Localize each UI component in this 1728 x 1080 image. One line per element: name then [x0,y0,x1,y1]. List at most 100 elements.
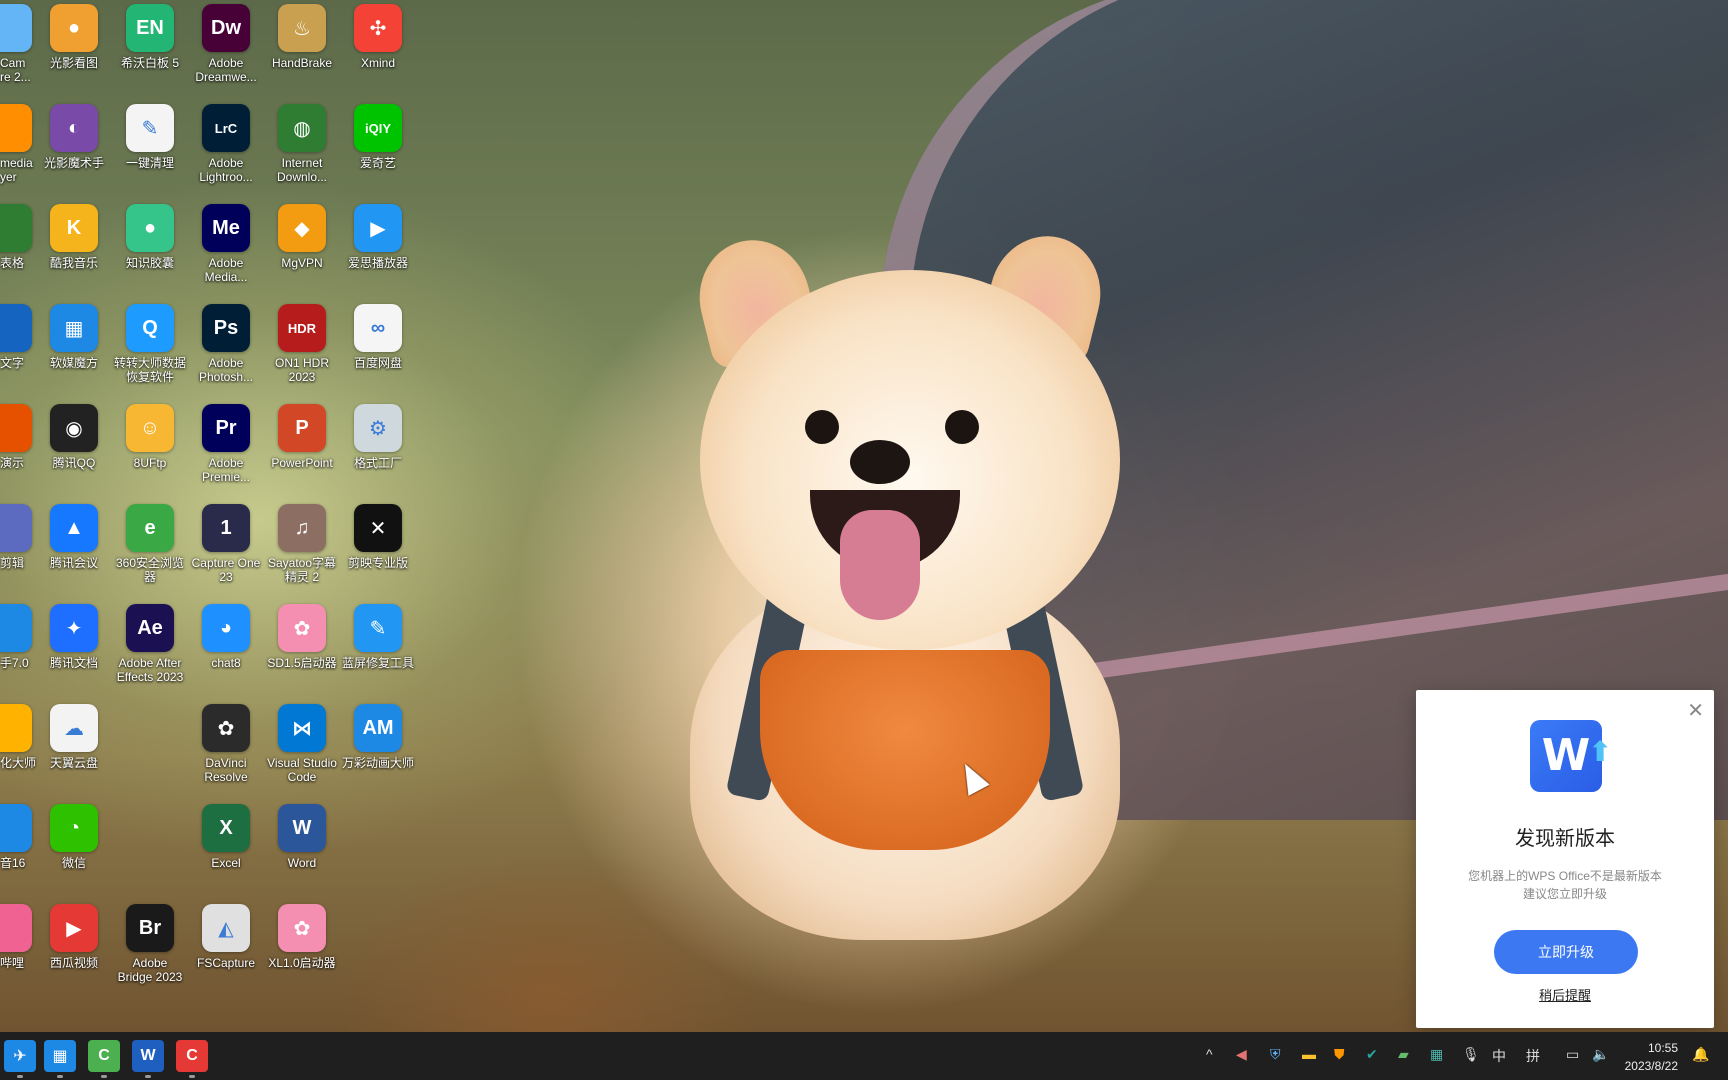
desktop-shortcut[interactable]: ● 知识胶囊 [112,204,188,270]
desktop-shortcut[interactable]: ✦ 腾讯文档 [36,604,112,670]
desktop-shortcut-partial[interactable]: media yer [0,104,38,184]
desktop-shortcut[interactable]: ◉ 腾讯QQ [36,404,112,470]
desktop-shortcut[interactable]: 1 Capture One 23 [188,504,264,584]
desktop-shortcut[interactable]: Ps Adobe Photosh... [188,304,264,384]
puppy-nose [850,440,910,484]
close-icon[interactable]: ✕ [1687,698,1704,723]
volume-icon[interactable]: 🔈 [1592,1046,1609,1063]
ime-mode-indicator[interactable]: 拼 [1526,1046,1540,1066]
taskbar-app-2-icon[interactable]: ▦ [44,1040,76,1078]
desktop-shortcut[interactable]: Me Adobe Media... [188,204,264,284]
desktop-shortcut[interactable]: ✿ XL1.0启动器 [264,904,340,970]
wechat-icon: ◔ [50,804,98,852]
desktop-shortcut[interactable]: Ae Adobe After Effects 2023 [112,604,188,684]
taskbar-app-4-icon[interactable]: W [132,1040,164,1078]
tray-security-icon[interactable]: ⛊ [1334,1046,1345,1063]
desktop-shortcut[interactable]: Q 转转大师数据 恢复软件 [112,304,188,384]
desktop-shortcut[interactable]: Br Adobe Bridge 2023 [112,904,188,984]
desktop-shortcut-label: 转转大师数据 恢复软件 [113,356,186,384]
tray-shield-icon[interactable]: ⛨ [1270,1046,1281,1063]
desktop-shortcut[interactable]: ⋈ Visual Studio Code [264,704,340,784]
desktop-shortcut[interactable]: HDR ON1 HDR 2023 [264,304,340,384]
tray-speaker-app-icon[interactable]: ◀ [1236,1046,1247,1063]
desktop-shortcut[interactable]: K 酷我音乐 [36,204,112,270]
taskbar: ✈ ▦ C W C ^ ◀ ⛨ ▬ ⛊ ✔ ▰ ▦ 🎙 中 拼 ▭ 🔈 10:55 20… [0,1032,1728,1080]
desktop-shortcut[interactable]: ◐ 光影魔术手 [36,104,112,170]
desktop-shortcut[interactable]: P PowerPoint [264,404,340,470]
desktop-shortcut[interactable]: ▦ 软媒魔方 [36,304,112,370]
vpn-icon: ◆ [278,204,326,252]
taskbar-app-5-icon[interactable]: C [176,1040,208,1078]
taskbar-app-3-icon[interactable]: C [88,1040,120,1078]
tray-folder-icon[interactable]: ▬ [1302,1046,1316,1062]
vscode-icon: ⋈ [278,704,326,752]
desktop-shortcut[interactable]: ✎ 一键清理 [112,104,188,170]
tray-nvidia-icon[interactable]: ▰ [1398,1046,1409,1063]
chat-icon: ◕ [202,604,250,652]
desktop-shortcut[interactable]: LrC Adobe Lightroo... [188,104,264,184]
desktop-shortcut[interactable]: ▶ 爱思播放器 [340,204,416,270]
running-indicator [17,1075,23,1078]
desktop-shortcut-partial[interactable]: 化大师 [0,704,38,770]
microphone-icon[interactable]: 🎙 [1462,1046,1480,1063]
wps-logo-icon: W ⬆ [1530,720,1612,792]
desktop-shortcut-label: 腾讯会议 [49,556,98,570]
desktop-shortcut[interactable]: ◍ Internet Downlo... [264,104,340,184]
desktop-shortcut-partial[interactable]: 音16 [0,804,38,870]
desktop-shortcut[interactable]: ☁ 天翼云盘 [36,704,112,770]
desktop-shortcut[interactable]: ▲ 腾讯会议 [36,504,112,570]
tray-check-shield-icon[interactable]: ✔ [1366,1046,1378,1063]
upgrade-now-button[interactable]: 立即升级 [1494,930,1638,974]
notification-icon[interactable]: 🔔 [1692,1046,1709,1063]
desktop-shortcut[interactable]: ✿ DaVinci Resolve [188,704,264,784]
ime-language-indicator[interactable]: 中 [1492,1046,1506,1066]
clock-date[interactable]: 2023/8/22 [1625,1059,1678,1073]
desktop-shortcut[interactable]: e 360安全浏览 器 [112,504,188,584]
desktop-shortcut[interactable]: W Word [264,804,340,870]
remind-later-link[interactable]: 稍后提醒 [1416,985,1714,1004]
desktop-shortcut[interactable]: X Excel [188,804,264,870]
desktop-shortcut[interactable]: ● 光影看图 [36,4,112,70]
desktop-shortcut-partial[interactable]: 表格 [0,204,38,270]
desktop-shortcut[interactable]: ◔ 微信 [36,804,112,870]
desktop-shortcut[interactable]: ◆ MgVPN [264,204,340,270]
desktop-shortcut[interactable]: ✿ SD1.5启动器 [264,604,340,670]
desktop-shortcut[interactable]: ♨ HandBrake [264,4,340,70]
desktop-shortcut[interactable]: Pr Adobe Premie... [188,404,264,484]
clock-time[interactable]: 10:55 [1648,1041,1678,1055]
desktop-shortcut-label: 剪辑 [0,556,25,570]
desktop-shortcut[interactable]: ✎ 蓝屏修复工具 [340,604,416,670]
desktop-shortcut-label: Word [287,856,317,870]
app-icon [0,704,32,752]
desktop-shortcut[interactable]: EN 希沃白板 5 [112,4,188,70]
desktop-shortcut[interactable]: Dw Adobe Dreamwe... [188,4,264,84]
desktop-shortcut[interactable]: iQIY 爱奇艺 [340,104,416,170]
desktop-shortcut-partial[interactable]: 手7.0 [0,604,38,670]
desktop-shortcut[interactable]: ☺ 8UFtp [112,404,188,470]
network-icon[interactable]: ▭ [1566,1046,1579,1063]
browser-icon: e [126,504,174,552]
desktop-shortcut-partial[interactable]: 演示 [0,404,38,470]
desktop-shortcut-label: DaVinci Resolve [204,756,248,784]
desktop-shortcut-label: 天翼云盘 [49,756,98,770]
app-icon [0,904,32,952]
desktop-shortcut-label: Sayatoo字幕 精灵 2 [267,556,337,584]
desktop-shortcut[interactable]: ∞ 百度网盘 [340,304,416,370]
desktop-shortcut[interactable]: ◭ FSCapture [188,904,264,970]
desktop-shortcut-label: 软媒魔方 [49,356,98,370]
desktop-shortcut-label: ON1 HDR 2023 [274,356,329,384]
desktop-shortcut[interactable]: ✕ 剪映专业版 [340,504,416,570]
desktop-shortcut-partial[interactable]: 文字 [0,304,38,370]
desktop-shortcut-partial[interactable]: 剪辑 [0,504,38,570]
desktop-shortcut-partial[interactable]: 哔哩 [0,904,38,970]
desktop-shortcut[interactable]: AM 万彩动画大师 [340,704,416,770]
desktop-shortcut[interactable]: ▶ 西瓜视频 [36,904,112,970]
tray-overflow-chevron-icon[interactable]: ^ [1206,1046,1213,1062]
desktop-shortcut[interactable]: ✣ Xmind [340,4,416,70]
taskbar-app-1-icon[interactable]: ✈ [4,1040,36,1078]
desktop-shortcut[interactable]: ⚙ 格式工厂 [340,404,416,470]
desktop-shortcut[interactable]: ◕ chat8 [188,604,264,670]
tray-grid-app-icon[interactable]: ▦ [1430,1046,1443,1063]
desktop-shortcut-partial[interactable]: Cam re 2... [0,4,38,84]
desktop-shortcut[interactable]: ♫ Sayatoo字幕 精灵 2 [264,504,340,584]
